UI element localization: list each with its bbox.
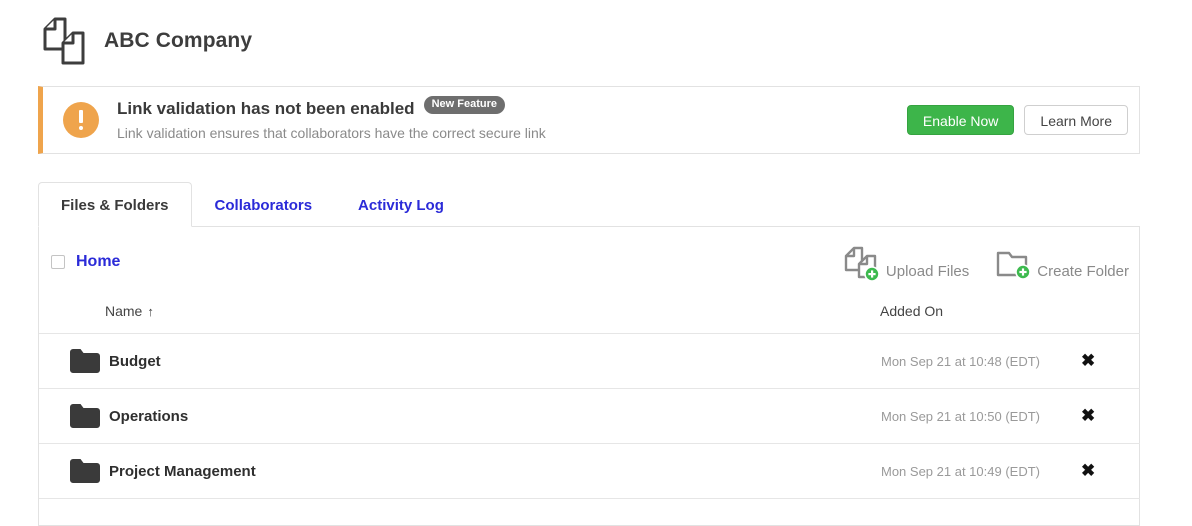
delete-cell: ✖ (1080, 444, 1140, 499)
delete-icon[interactable]: ✖ (1081, 462, 1095, 479)
create-folder-icon (995, 245, 1035, 281)
column-header-added-on[interactable]: Added On (880, 303, 1080, 334)
table-row[interactable]: Operations Mon Sep 21 at 10:50 (EDT) ✖ (39, 389, 1140, 444)
alert-text: Link validation has not been enabled New… (117, 99, 907, 141)
enable-now-button[interactable]: Enable Now (907, 105, 1015, 135)
link-validation-alert: Link validation has not been enabled New… (38, 86, 1140, 154)
page-title: ABC Company (104, 29, 252, 53)
select-all-checkbox[interactable] (51, 255, 65, 269)
panel-actions: Upload Files Create Folder (842, 245, 1129, 281)
delete-cell: ✖ (1080, 334, 1140, 389)
create-folder-label: Create Folder (1037, 264, 1129, 281)
table-header-row: Name ↑ Added On (39, 303, 1140, 334)
two-pages-icon (38, 16, 90, 66)
tab-files-and-folders[interactable]: Files & Folders (38, 182, 192, 227)
alert-title-row: Link validation has not been enabled New… (117, 99, 907, 117)
file-added-on: Mon Sep 21 at 10:49 (EDT) (880, 444, 1080, 499)
file-name[interactable]: Operations (105, 389, 880, 444)
alert-subtitle: Link validation ensures that collaborato… (117, 125, 907, 141)
tab-activity-log[interactable]: Activity Log (335, 182, 467, 227)
tab-collaborators[interactable]: Collaborators (192, 182, 336, 227)
file-added-on: Mon Sep 21 at 10:48 (EDT) (880, 334, 1080, 389)
delete-cell: ✖ (1080, 389, 1140, 444)
folder-icon (39, 389, 105, 444)
brand-header: ABC Company (38, 14, 252, 68)
sort-ascending-icon: ↑ (147, 304, 154, 319)
upload-files-icon (842, 245, 884, 281)
breadcrumb-home-link[interactable]: Home (76, 253, 120, 271)
alert-title: Link validation has not been enabled (117, 100, 415, 117)
column-header-name-label: Name (105, 303, 142, 319)
files-panel: Home Upload (38, 226, 1140, 526)
upload-files-label: Upload Files (886, 264, 969, 281)
table-row[interactable]: Project Management Mon Sep 21 at 10:49 (… (39, 444, 1140, 499)
delete-icon[interactable]: ✖ (1081, 352, 1095, 369)
file-added-on: Mon Sep 21 at 10:50 (EDT) (880, 389, 1080, 444)
folder-icon (39, 334, 105, 389)
table-header-delete-spacer (1080, 303, 1140, 334)
files-table: Name ↑ Added On Budget Mon Sep 21 at 10:4… (39, 303, 1140, 499)
upload-files-button[interactable]: Upload Files (842, 245, 969, 281)
page-root: ABC Company Link validation has not been… (0, 0, 1192, 512)
table-header-icon-spacer (39, 303, 105, 334)
learn-more-button[interactable]: Learn More (1024, 105, 1128, 135)
create-folder-button[interactable]: Create Folder (995, 245, 1129, 281)
column-header-name[interactable]: Name ↑ (105, 303, 880, 334)
panel-toolbar: Home Upload (39, 227, 1139, 303)
file-name[interactable]: Project Management (105, 444, 880, 499)
table-row[interactable]: Budget Mon Sep 21 at 10:48 (EDT) ✖ (39, 334, 1140, 389)
status-badge: New Feature (424, 96, 505, 114)
file-name[interactable]: Budget (105, 334, 880, 389)
delete-icon[interactable]: ✖ (1081, 407, 1095, 424)
folder-icon (39, 444, 105, 499)
breadcrumb: Home (51, 253, 120, 271)
alert-actions: Enable Now Learn More (907, 105, 1128, 135)
exclamation-circle-icon (63, 102, 99, 138)
tab-bar: Files & Folders Collaborators Activity L… (38, 182, 1140, 227)
